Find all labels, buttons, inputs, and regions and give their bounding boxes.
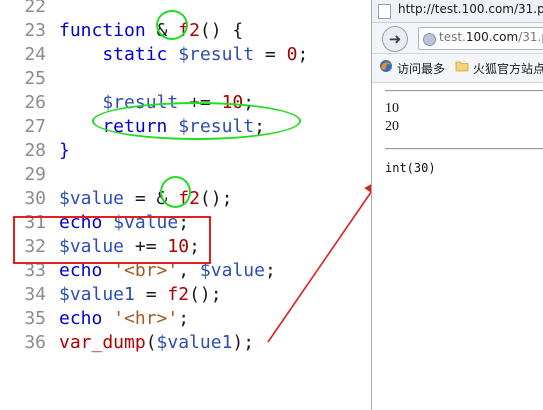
browser-titlebar: http://test.100.com/31.php: [372, 0, 543, 23]
bookmark-firefox-site[interactable]: 火狐官方站点: [473, 60, 543, 77]
bookmarks-toolbar: 访问最多 火狐官方站点: [372, 54, 543, 83]
tab-title[interactable]: http://test.100.com/31.php: [398, 2, 543, 16]
line-number: 30: [24, 188, 46, 209]
firefox-icon: [380, 60, 392, 72]
code-editor[interactable]: 22 23 function & f2() { 24 static $result =…: [0, 0, 363, 410]
code-text: echo $value;: [59, 212, 190, 233]
line-number: 22: [24, 0, 46, 17]
line-number: 34: [24, 284, 46, 305]
url-host: 100.com: [465, 30, 519, 44]
arrow-left-icon: ➜: [388, 30, 402, 48]
code-text: static $result = 0;: [59, 44, 309, 65]
code-text: }: [59, 140, 70, 161]
line-number: 27: [24, 116, 46, 137]
code-text: echo '<br>', $value;: [59, 260, 276, 281]
line-number: 24: [24, 44, 46, 65]
line-number: 23: [24, 20, 46, 41]
url-text: test.100.com/31.php: [439, 30, 543, 44]
line-number: 28: [24, 140, 46, 161]
back-button[interactable]: ➜: [382, 26, 408, 52]
line-number: 25: [24, 68, 46, 89]
navigation-bar: ➜ test.100.com/31.php: [372, 23, 543, 54]
line-number: 29: [24, 164, 46, 185]
output-line-2: 20: [385, 119, 399, 134]
code-text: $value = & f2();: [59, 188, 233, 209]
url-path: /31.php: [518, 30, 543, 44]
code-text: echo '<hr>';: [59, 308, 190, 329]
code-text: return $result;: [59, 116, 265, 137]
code-text: var_dump($value1);: [59, 332, 255, 353]
browser-window: http://test.100.com/31.php ➜ test.100.co…: [371, 0, 543, 410]
bookmark-most-visited[interactable]: 访问最多: [397, 60, 445, 77]
output-hr-top: [385, 90, 543, 92]
folder-icon: [455, 61, 469, 72]
address-bar[interactable]: test.100.com/31.php: [418, 27, 543, 50]
code-text: $value += 10;: [59, 236, 200, 257]
line-number: 32: [24, 236, 46, 257]
output-line-1: 10: [385, 101, 399, 116]
line-number: 31: [24, 212, 46, 233]
output-hr: [385, 148, 543, 150]
code-text: function & f2() {: [59, 20, 244, 41]
line-number: 26: [24, 92, 46, 113]
code-text: $result += 10;: [102, 92, 255, 113]
line-number: 33: [24, 260, 46, 281]
line-number: 35: [24, 308, 46, 329]
output-var-dump: int(30): [385, 161, 436, 175]
code-text: $value1 = f2();: [59, 284, 222, 305]
page-icon: [378, 4, 391, 19]
url-prefix: test.: [439, 30, 466, 44]
line-number: 36: [24, 332, 46, 353]
page-content: 10 20 int(30): [372, 83, 543, 410]
globe-icon: [423, 33, 436, 46]
